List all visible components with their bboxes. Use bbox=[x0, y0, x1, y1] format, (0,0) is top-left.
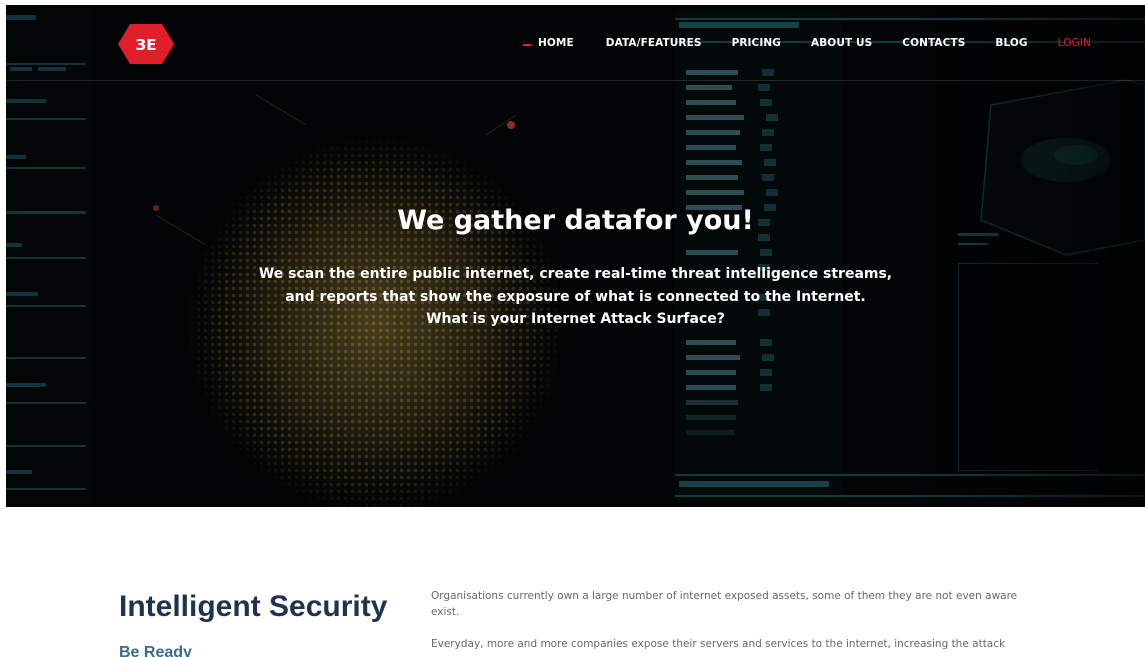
nav-item-data-features[interactable]: DATA/FEATURES bbox=[606, 37, 702, 49]
hero-banner: ЗE HOME DATA/FEATURES PRICING ABOUT US C… bbox=[6, 5, 1145, 507]
active-indicator bbox=[523, 44, 531, 46]
page: ЗE HOME DATA/FEATURES PRICING ABOUT US C… bbox=[0, 0, 1145, 657]
hero-subtitle-line: and reports that show the exposure of wh… bbox=[285, 288, 866, 305]
hero-subtitle-line: We scan the entire public internet, crea… bbox=[258, 266, 893, 282]
nav-item-pricing[interactable]: PRICING bbox=[732, 37, 781, 49]
section-title: Intelligent Security bbox=[119, 590, 388, 623]
nav-item-home[interactable]: HOME bbox=[521, 37, 574, 49]
nav-item-label: HOME bbox=[538, 37, 574, 49]
nav-item-contacts[interactable]: CONTACTS bbox=[902, 37, 965, 49]
nav-links: HOME DATA/FEATURES PRICING ABOUT US CONT… bbox=[521, 35, 1091, 51]
nav-item-blog[interactable]: BLOG bbox=[995, 37, 1027, 49]
brand-logo-text: ЗE bbox=[136, 36, 157, 54]
hero-subtitle: We scan the entire public internet, crea… bbox=[6, 263, 1145, 331]
hero-title: We gather datafor you! bbox=[397, 205, 754, 236]
brand-logo[interactable]: ЗE bbox=[118, 24, 174, 64]
section-subtitle: Be Ready bbox=[119, 644, 192, 657]
hero-subtitle-line: What is your Internet Attack Surface? bbox=[426, 311, 725, 327]
nav-item-about-us[interactable]: ABOUT US bbox=[811, 37, 872, 49]
intro-paragraph: Everyday, more and more companies expose… bbox=[431, 638, 1006, 650]
top-navigation: ЗE HOME DATA/FEATURES PRICING ABOUT US C… bbox=[6, 5, 1145, 81]
intro-paragraph: Organisations currently own a large numb… bbox=[431, 590, 1018, 618]
nav-item-login[interactable]: LOGIN bbox=[1058, 37, 1091, 49]
brand-logo-icon: ЗE bbox=[118, 24, 174, 64]
